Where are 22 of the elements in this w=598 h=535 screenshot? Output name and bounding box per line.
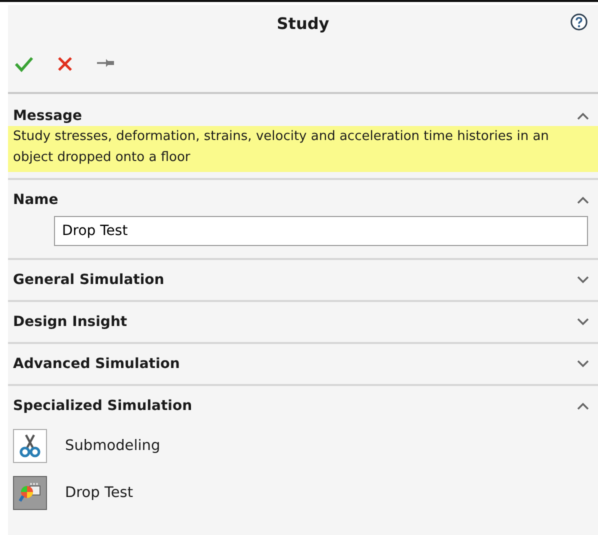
message-text: Study stresses, deformation, strains, velocity and acceleration time histories in an object dropped onto a floor bbox=[8, 126, 598, 172]
magnifier-icon[interactable] bbox=[13, 476, 47, 510]
help-icon[interactable] bbox=[570, 13, 588, 31]
chevron-icon[interactable] bbox=[576, 195, 590, 205]
chevron-icon[interactable] bbox=[576, 275, 590, 285]
name-field[interactable]: Drop Test bbox=[54, 216, 588, 246]
section-header[interactable]: General Simulation bbox=[13, 272, 164, 288]
cancel-icon[interactable] bbox=[56, 55, 74, 73]
panel-title: Study bbox=[276, 14, 330, 32]
section-header[interactable]: Design Insight bbox=[13, 314, 128, 330]
scissors-icon[interactable] bbox=[13, 428, 47, 462]
ok-check-icon[interactable] bbox=[14, 55, 34, 73]
chevron-icon[interactable] bbox=[576, 401, 590, 411]
section-header[interactable]: Specialized Simulation bbox=[13, 398, 192, 414]
chevron-icon[interactable] bbox=[576, 317, 590, 327]
section-header[interactable]: Name bbox=[13, 192, 58, 208]
section-header[interactable]: Advanced Simulation bbox=[13, 356, 180, 372]
chevron-icon[interactable] bbox=[576, 359, 590, 369]
list-item-label[interactable]: Drop Test bbox=[65, 484, 134, 500]
list-item-label[interactable]: Submodeling bbox=[65, 438, 160, 454]
chevron-icon[interactable] bbox=[576, 111, 590, 121]
section-header[interactable]: Message bbox=[13, 108, 82, 124]
